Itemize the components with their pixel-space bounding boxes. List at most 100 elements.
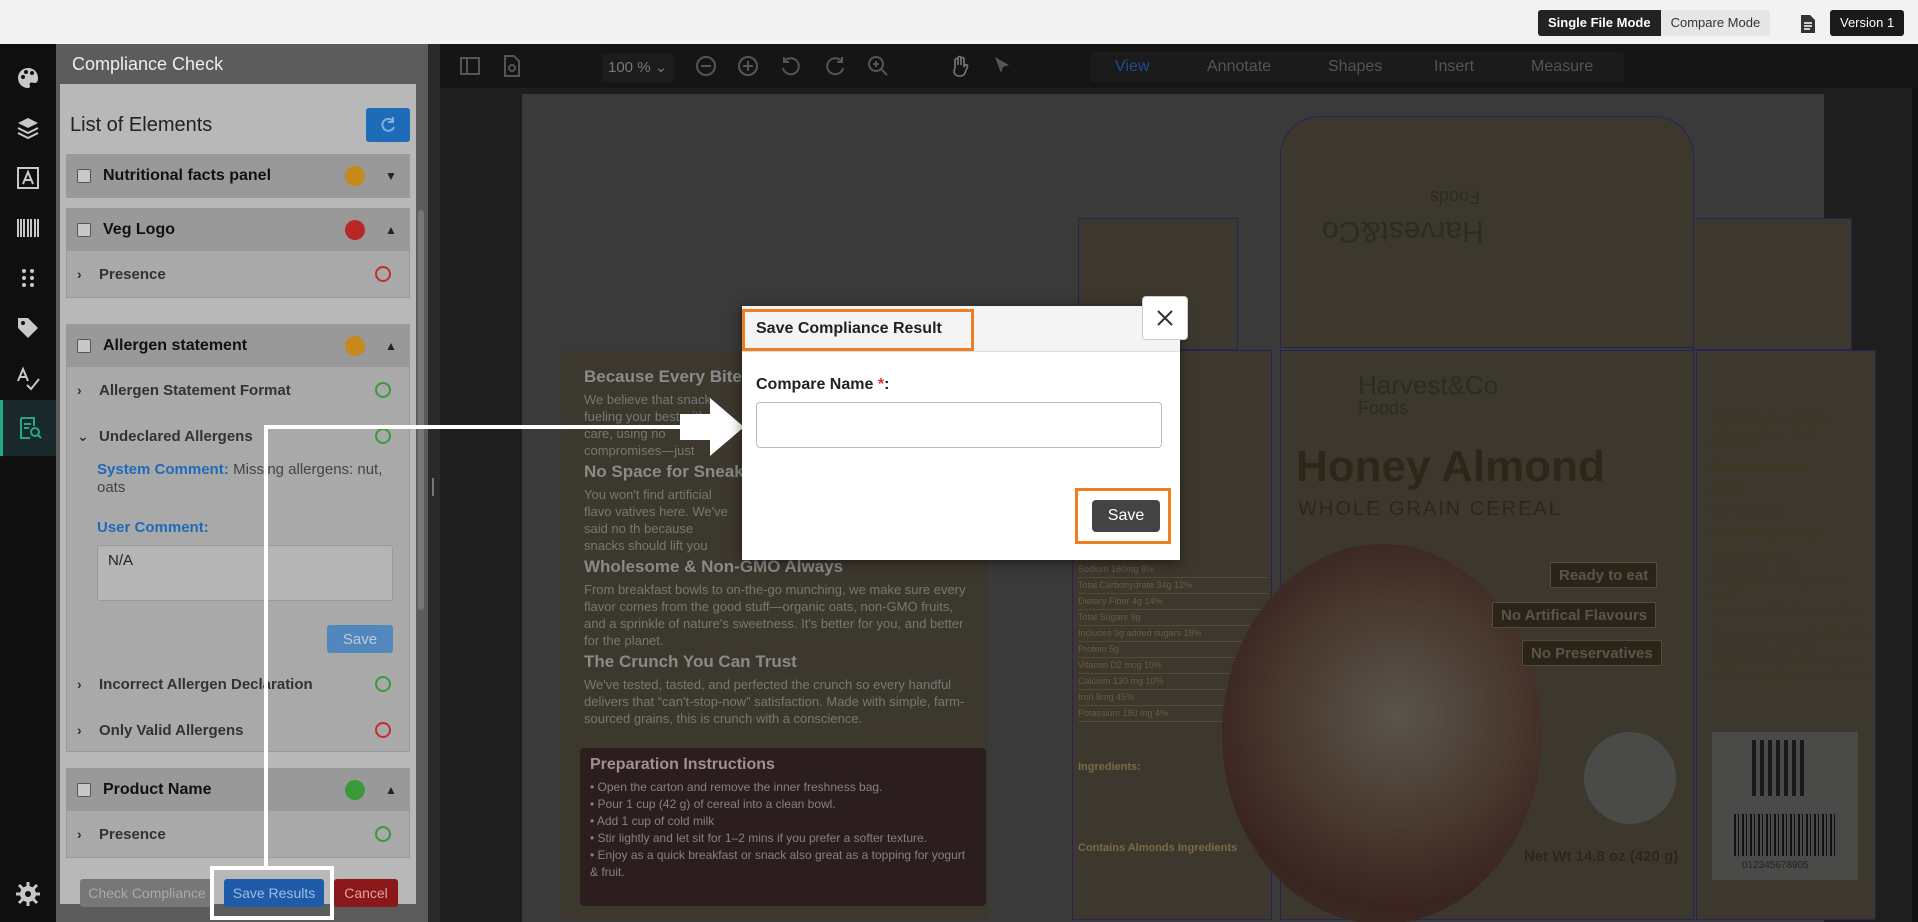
barcode-rail-item[interactable] bbox=[0, 200, 56, 256]
story-paragraph: You won't find artificial flavo vatives … bbox=[584, 487, 728, 553]
group-header[interactable]: Nutritional facts panel ▼ bbox=[67, 155, 409, 197]
status-ring bbox=[375, 382, 391, 398]
single-file-mode-button[interactable]: Single File Mode bbox=[1538, 10, 1661, 36]
check-item[interactable]: › Allergen Statement Format bbox=[67, 367, 409, 413]
prep-title: Preparation Instructions bbox=[590, 756, 775, 773]
group-checkbox[interactable] bbox=[77, 169, 91, 183]
group-checkbox[interactable] bbox=[77, 223, 91, 237]
chevron-right-icon: › bbox=[77, 382, 82, 398]
zoom-in-icon[interactable] bbox=[736, 54, 760, 78]
comment-save-button[interactable]: Save bbox=[327, 625, 393, 653]
address-line: (Mon–Fri 9am–5pm CT) bbox=[1710, 643, 1817, 654]
dialog-close-button[interactable] bbox=[1142, 296, 1188, 340]
tag-rail-item[interactable] bbox=[0, 300, 56, 356]
text-rail-item[interactable] bbox=[0, 150, 56, 206]
address-spacer bbox=[1710, 618, 1871, 628]
zoom-out-icon[interactable] bbox=[694, 54, 718, 78]
brand-logo: Harvest&Co bbox=[1358, 370, 1499, 400]
healthy-tasty-seal bbox=[1584, 732, 1676, 824]
chevron-right-icon: › bbox=[77, 722, 82, 738]
compare-mode-button[interactable]: Compare Mode bbox=[1660, 10, 1771, 36]
claim-badge: Ready to eat bbox=[1550, 562, 1658, 588]
check-compliance-button[interactable]: Check Compliance bbox=[80, 879, 214, 907]
chevron-up-icon[interactable]: ▲ bbox=[379, 783, 403, 797]
file-search-icon[interactable] bbox=[500, 54, 524, 78]
viewer-scrollbar[interactable] bbox=[1912, 88, 1918, 922]
grid-rail-item[interactable] bbox=[0, 250, 56, 306]
system-comment: System Comment: Missing allergens: nut, … bbox=[97, 461, 397, 497]
nutrition-line: Dietary Fiber 4g 14% bbox=[1078, 594, 1268, 610]
cursor-icon[interactable] bbox=[990, 54, 1014, 78]
field-colon: : bbox=[884, 376, 890, 393]
group-header[interactable]: Veg Logo ▲ bbox=[67, 209, 409, 251]
side-claim: No Trans Fat bbox=[1710, 504, 1783, 518]
chevron-down-icon[interactable]: ▼ bbox=[379, 169, 403, 183]
compliance-icon bbox=[19, 417, 42, 439]
top-flap-right bbox=[1692, 218, 1852, 350]
check-item[interactable]: › Only Valid Allergens bbox=[67, 707, 409, 753]
tab-shapes[interactable]: Shapes bbox=[1328, 58, 1382, 76]
check-item[interactable]: › Presence bbox=[67, 251, 409, 297]
check-item-expanded[interactable]: ⌄ Undeclared Allergens bbox=[67, 413, 409, 459]
group-header[interactable]: Product Name ▲ bbox=[67, 769, 409, 811]
rotate-right-icon[interactable] bbox=[824, 54, 848, 78]
group-header[interactable]: Allergen statement ▲ bbox=[67, 325, 409, 367]
barcode-icon bbox=[1734, 814, 1838, 856]
refresh-button[interactable] bbox=[366, 108, 410, 142]
side-claim: No Artificial Colours bbox=[1710, 526, 1826, 540]
check-item-label: Incorrect Allergen Declaration bbox=[99, 675, 313, 693]
text-icon bbox=[17, 167, 39, 189]
rotate-left-icon[interactable] bbox=[778, 54, 802, 78]
sidebar-toggle-icon[interactable] bbox=[458, 54, 482, 78]
nutrition-line: Sodium 160mg 8% bbox=[1078, 562, 1268, 578]
nutrition-line: Includes 9g added sugars 18% bbox=[1078, 626, 1268, 642]
spellcheck-rail-item[interactable] bbox=[0, 350, 56, 406]
panel-title: Compliance Check bbox=[72, 54, 224, 74]
document-icon[interactable] bbox=[1800, 14, 1816, 34]
check-item-label: Presence bbox=[99, 265, 166, 283]
group-veg-logo: Veg Logo ▲ › Presence bbox=[66, 208, 410, 298]
story-paragraph: We've tested, tasted, and perfected the … bbox=[584, 677, 965, 726]
version-button[interactable]: Version 1 bbox=[1830, 10, 1905, 36]
product-title: Honey Almond bbox=[1296, 442, 1605, 491]
mode-toggle: Single File Mode Compare Mode bbox=[1538, 10, 1771, 36]
status-dot bbox=[345, 166, 365, 186]
magnifier-icon[interactable] bbox=[866, 54, 890, 78]
preparation-box: Preparation Instructions • Open the cart… bbox=[580, 748, 986, 906]
grid-icon bbox=[22, 269, 34, 287]
check-item[interactable]: › Presence bbox=[67, 811, 409, 857]
group-checkbox[interactable] bbox=[77, 783, 91, 797]
save-results-highlight bbox=[210, 866, 334, 920]
field-label-text: Compare Name bbox=[756, 376, 874, 393]
chevron-up-icon[interactable]: ▲ bbox=[379, 223, 403, 237]
settings-rail-item[interactable] bbox=[0, 866, 56, 922]
group-name: Allergen statement bbox=[103, 337, 248, 354]
side-claim: Good source of fiber bbox=[1710, 410, 1829, 424]
pan-hand-icon[interactable] bbox=[948, 54, 972, 78]
claim-badge: No Artifical Flavours bbox=[1492, 602, 1657, 628]
check-item[interactable]: › Incorrect Allergen Declaration bbox=[67, 661, 409, 707]
compliance-rail-item[interactable] bbox=[0, 400, 56, 456]
tab-view[interactable]: View bbox=[1115, 58, 1149, 76]
tab-measure[interactable]: Measure bbox=[1531, 58, 1593, 76]
top-bar: Single File Mode Compare Mode Version 1 bbox=[0, 0, 1918, 44]
user-comment-textarea[interactable]: N/A bbox=[97, 545, 393, 601]
story-paragraph: From breakfast bowls to on-the-go munchi… bbox=[584, 582, 966, 648]
tab-annotate[interactable]: Annotate bbox=[1207, 58, 1271, 76]
prep-step: • Stir lightly and let sit for 1–2 mins … bbox=[590, 831, 928, 845]
panel-splitter[interactable] bbox=[428, 44, 440, 922]
close-icon bbox=[1157, 310, 1173, 326]
tab-insert[interactable]: Insert bbox=[1434, 58, 1474, 76]
zoom-select[interactable]: 100 % ⌄ bbox=[602, 54, 674, 82]
palette-rail-item[interactable] bbox=[0, 50, 56, 106]
panel-scrollbar[interactable] bbox=[418, 210, 424, 610]
layers-rail-item[interactable] bbox=[0, 100, 56, 156]
compare-name-input[interactable] bbox=[756, 402, 1162, 448]
check-item-label: Only Valid Allergens bbox=[99, 721, 244, 739]
palette-icon bbox=[18, 68, 38, 88]
splitter-grip-icon[interactable] bbox=[432, 478, 434, 496]
chevron-up-icon[interactable]: ▲ bbox=[379, 339, 403, 353]
group-checkbox[interactable] bbox=[77, 339, 91, 353]
chevron-down-icon: ⌄ bbox=[77, 427, 89, 444]
cancel-button[interactable]: Cancel bbox=[334, 879, 398, 907]
